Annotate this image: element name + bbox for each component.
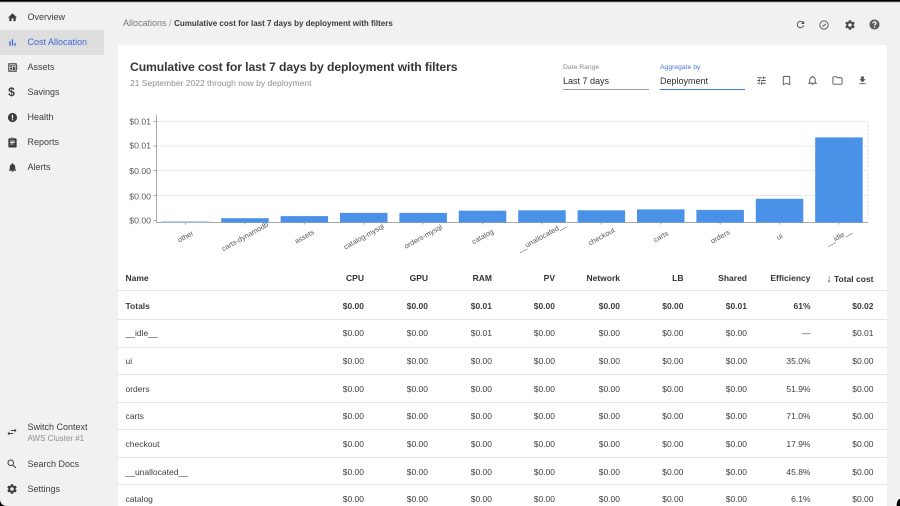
svg-text:ui: ui <box>775 231 785 242</box>
svg-text:$0.01: $0.01 <box>129 140 151 150</box>
svg-text:catalog: catalog <box>470 227 495 246</box>
svg-text:orders: orders <box>709 227 732 245</box>
svg-text:other: other <box>176 228 195 244</box>
svg-text:$0.00: $0.00 <box>129 191 151 201</box>
svg-text:$0.00: $0.00 <box>129 216 151 226</box>
svg-text:carts-dynamodb: carts-dynamodb <box>220 220 270 253</box>
svg-text:checkout: checkout <box>586 225 616 247</box>
svg-text:$0.00: $0.00 <box>129 166 151 176</box>
svg-text:carts: carts <box>652 229 671 245</box>
svg-text:catalog-mysql: catalog-mysql <box>342 221 386 251</box>
svg-text:assets: assets <box>293 227 316 245</box>
svg-text:__idle__: __idle__ <box>824 225 854 247</box>
svg-text:orders-mysql: orders-mysql <box>402 222 444 250</box>
svg-text:$0.01: $0.01 <box>129 117 151 127</box>
